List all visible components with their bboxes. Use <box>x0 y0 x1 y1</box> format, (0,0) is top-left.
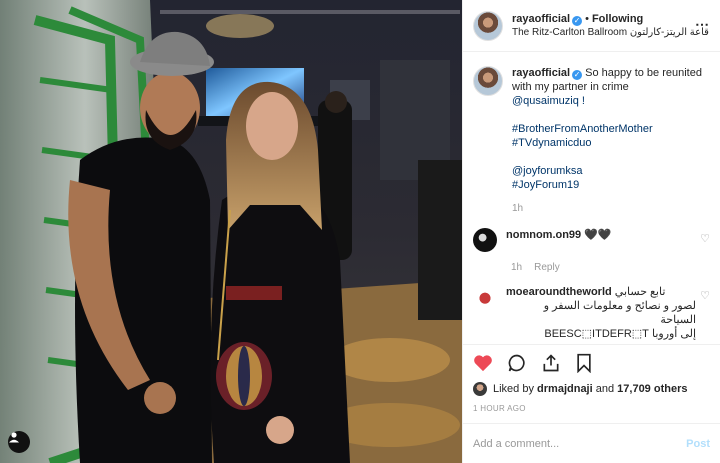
comment-avatar[interactable] <box>473 285 497 309</box>
likes-prefix: Liked by <box>493 383 534 395</box>
share-icon <box>543 353 559 371</box>
comment-time: 1h <box>511 262 523 273</box>
comment-like-icon[interactable]: ♡ <box>700 289 710 302</box>
like-button[interactable] <box>473 351 501 375</box>
caption: rayaofficial ✓ So happy to be reunited wi… <box>473 66 710 216</box>
hashtag[interactable]: #TVdynamicduo <box>512 136 710 150</box>
share-button[interactable] <box>541 351 569 375</box>
photo-illustration <box>0 0 462 463</box>
more-icon[interactable]: ⋯ <box>695 16 710 33</box>
reply-button[interactable]: Reply <box>534 262 560 273</box>
caption-time: 1h <box>512 203 524 214</box>
hashtag[interactable]: #JoyForum19 <box>512 178 710 192</box>
comment-text: تابع حسابي <box>614 286 666 298</box>
instagram-post: rayaofficial ✓ • Following The Ritz-Carlton… <box>0 0 720 463</box>
comment-icon <box>508 354 525 371</box>
comment-item: moearoundtheworld تابع حسابي لصور و نصائ… <box>473 285 710 341</box>
comment-item: nomnom.on99 🖤🖤 ♡ <box>473 228 710 252</box>
verified-icon: ✓ <box>572 15 583 26</box>
liker-avatar[interactable] <box>473 382 487 396</box>
post-timestamp: 1 HOUR AGO <box>473 404 526 413</box>
post-photo[interactable] <box>0 0 462 463</box>
add-comment-bar: Add a comment... Post <box>463 423 720 463</box>
mention-link[interactable]: @joyforumksa <box>512 164 710 178</box>
header-username[interactable]: rayaofficial <box>512 13 570 25</box>
comment-text-line: لصور و نصائح و معلومات السفر و السياحة <box>543 300 696 326</box>
save-button[interactable] <box>575 351 603 375</box>
separator-dot: • <box>585 12 589 25</box>
post-comment-button[interactable]: Post <box>686 438 710 450</box>
verified-icon: ✓ <box>572 70 583 80</box>
bookmark-icon <box>577 353 591 373</box>
caption-avatar[interactable] <box>473 66 503 96</box>
comment-avatar[interactable] <box>473 228 497 252</box>
action-bar <box>463 344 720 380</box>
comment-input[interactable]: Add a comment... <box>473 438 686 450</box>
location-link[interactable]: The Ritz-Carlton Ballroom قاعة الريتز-كا… <box>512 26 709 40</box>
likes-row: Liked by drmajdnaji and 17,709 others <box>463 380 720 398</box>
caption-username[interactable]: rayaofficial <box>512 67 570 79</box>
avatar[interactable] <box>473 10 503 41</box>
hashtag[interactable]: #BrotherFromAnotherMother <box>512 122 710 136</box>
likes-and: and <box>595 383 615 395</box>
comment-text: 🖤🖤 <box>584 229 612 241</box>
post-sidebar: rayaofficial ✓ • Following The Ritz-Carlton… <box>462 0 720 463</box>
post-header: rayaofficial ✓ • Following The Ritz-Carlton… <box>463 0 720 52</box>
comment-username[interactable]: nomnom.on99 <box>506 229 581 241</box>
comment-username[interactable]: moearoundtheworld <box>506 286 612 298</box>
comment-text-line: إلى أوروبا BEESC⬚ITDEFR⬚T <box>544 328 696 340</box>
likes-count[interactable]: 17,709 others <box>617 383 687 395</box>
comment-like-icon[interactable]: ♡ <box>700 232 710 245</box>
liker-username[interactable]: drmajdnaji <box>537 383 593 395</box>
comments-section: rayaofficial ✓ So happy to be reunited wi… <box>463 52 720 344</box>
comment-meta: 1h Reply <box>511 262 710 273</box>
user-tag-icon <box>9 432 19 443</box>
user-tag-button[interactable] <box>8 431 30 453</box>
comment-button[interactable] <box>507 351 535 375</box>
following-button[interactable]: Following <box>592 13 643 25</box>
caption-mention[interactable]: @qusaimuziq ! <box>512 94 710 108</box>
heart-icon <box>474 354 492 371</box>
